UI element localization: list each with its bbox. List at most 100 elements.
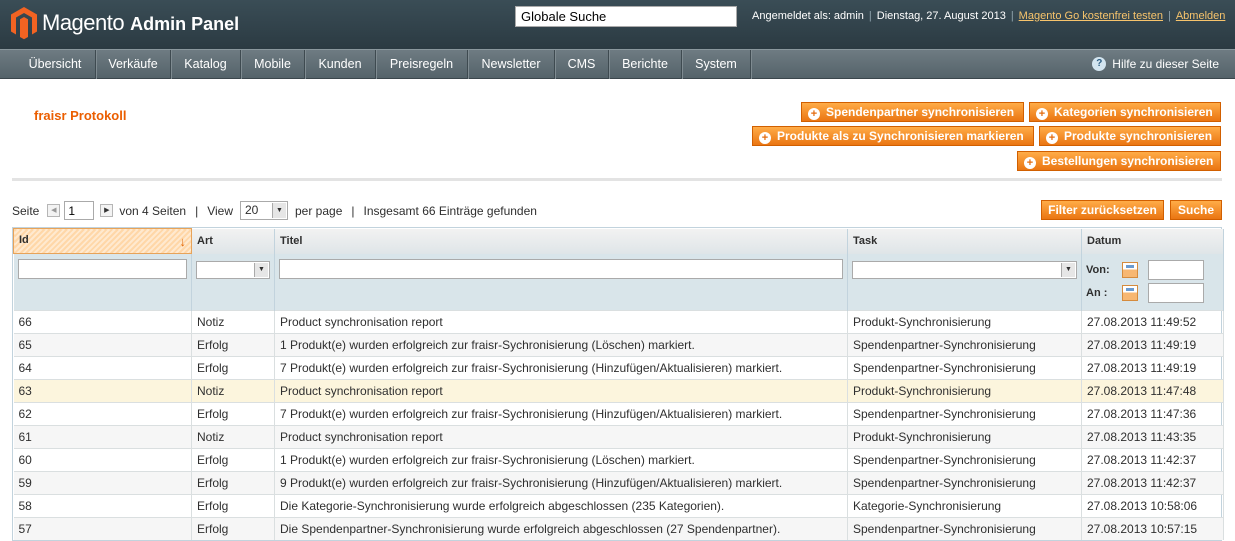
cell-id: 61: [13, 424, 192, 448]
header-user-info: Angemeldet als: admin | Dienstag, 27. Augu…: [752, 10, 1226, 22]
cell-id: 64: [13, 355, 192, 379]
cell-id: 66: [13, 309, 192, 333]
task-filter-select[interactable]: ▼: [852, 260, 1077, 279]
grid-pager: Seite ◀ ▶ von 4 Seiten | View 20 ▼ per p…: [12, 201, 537, 220]
sync-categories-button[interactable]: + Kategorien synchronisieren: [1029, 102, 1221, 122]
plus-icon: +: [1024, 157, 1036, 169]
page-number-input[interactable]: [64, 201, 95, 220]
per-page-select[interactable]: 20 ▼: [240, 201, 288, 220]
table-row[interactable]: 62 Erfolg 7 Produkt(e) wurden erfolgreich …: [13, 401, 1224, 425]
cell-task: Spendenpartner-Synchronisierung: [847, 470, 1082, 494]
table-row[interactable]: 64 Erfolg 7 Produkt(e) wurden erfolgreich …: [13, 355, 1224, 379]
cell-art: Erfolg: [191, 401, 275, 425]
nav-item-verkaeufe[interactable]: Verkäufe: [96, 50, 171, 79]
magento-logo-icon: [11, 7, 37, 40]
cell-id: 63: [13, 378, 192, 402]
view-label: View: [207, 203, 233, 218]
date-from-input[interactable]: [1148, 259, 1204, 280]
cell-task: Spendenpartner-Synchronisierung: [847, 516, 1082, 540]
sync-orders-button[interactable]: + Bestellungen synchronisieren: [1017, 151, 1221, 171]
filter-row: ▼ ▼ Von: An :: [13, 253, 1224, 310]
table-row[interactable]: 61 Notiz Product synchronisation report Pro…: [13, 424, 1224, 448]
nav-item-uebersicht[interactable]: Übersicht: [15, 50, 96, 79]
chevron-down-icon: ▼: [272, 203, 286, 218]
cell-task: Kategorie-Synchronisierung: [847, 493, 1082, 517]
page-count: von 4 Seiten: [119, 203, 187, 218]
next-page-icon[interactable]: ▶: [100, 204, 114, 217]
plus-icon: +: [808, 108, 820, 120]
help-icon: ?: [1092, 57, 1107, 71]
plus-icon: +: [1036, 108, 1048, 120]
cell-id: 57: [13, 516, 192, 540]
cell-art: Erfolg: [191, 332, 275, 356]
column-header-task[interactable]: Task: [847, 228, 1082, 254]
sync-products-button[interactable]: + Produkte synchronisieren: [1039, 126, 1221, 146]
column-header-titel[interactable]: Titel: [274, 228, 848, 254]
calendar-icon[interactable]: [1122, 261, 1138, 278]
cell-id: 60: [13, 447, 192, 471]
art-filter-select[interactable]: ▼: [196, 260, 270, 279]
cell-datum: 27.08.2013 10:58:06: [1081, 493, 1224, 517]
search-button[interactable]: Suche: [1170, 200, 1222, 220]
page-label: Seite: [12, 203, 40, 218]
nav-item-katalog[interactable]: Katalog: [171, 50, 241, 79]
logged-in-label: Angemeldet als: admin: [752, 10, 864, 22]
global-search-input[interactable]: [515, 6, 737, 27]
table-row[interactable]: 60 Erfolg 1 Produkt(e) wurden erfolgreich …: [13, 447, 1224, 471]
reset-filter-button[interactable]: Filter zurücksetzen: [1041, 200, 1164, 220]
cell-task: Produkt-Synchronisierung: [847, 378, 1082, 402]
cell-titel: 9 Produkt(e) wurden erfolgreich zur frai…: [274, 470, 848, 494]
magento-go-link[interactable]: Magento Go kostenfrei testen: [1019, 10, 1163, 22]
nav-item-system[interactable]: System: [682, 50, 751, 79]
cell-datum: 27.08.2013 11:49:52: [1081, 309, 1224, 333]
nav-item-preisregeln[interactable]: Preisregeln: [376, 50, 468, 79]
magento-logo[interactable]: Magento Admin Panel: [10, 6, 239, 40]
cell-task: Spendenpartner-Synchronisierung: [847, 447, 1082, 471]
table-row[interactable]: 59 Erfolg 9 Produkt(e) wurden erfolgreich …: [13, 470, 1224, 494]
cell-art: Erfolg: [191, 470, 275, 494]
date-to-input[interactable]: [1148, 282, 1204, 303]
id-filter-input[interactable]: [17, 259, 187, 279]
help-link[interactable]: ? Hilfe zu dieser Seite: [1092, 57, 1219, 71]
total-records: Insgesamt 66 Einträge gefunden: [363, 203, 537, 218]
cell-datum: 27.08.2013 11:49:19: [1081, 332, 1224, 356]
chevron-down-icon: ▼: [1061, 262, 1075, 277]
cell-datum: 27.08.2013 10:57:15: [1081, 516, 1224, 540]
cell-titel: 1 Produkt(e) wurden erfolgreich zur frai…: [274, 332, 848, 356]
nav-item-newsletter[interactable]: Newsletter: [468, 50, 555, 79]
sort-down-icon: ↓: [179, 233, 187, 249]
sync-partners-button[interactable]: + Spendenpartner synchronisieren: [801, 102, 1024, 122]
chevron-down-icon: ▼: [254, 262, 268, 277]
cell-task: Spendenpartner-Synchronisierung: [847, 332, 1082, 356]
prev-page-icon[interactable]: ◀: [47, 204, 61, 217]
date-from-label: Von:: [1086, 263, 1110, 276]
cell-id: 59: [13, 470, 192, 494]
table-row[interactable]: 66 Notiz Product synchronisation report Pro…: [13, 309, 1224, 333]
title-filter-input[interactable]: [279, 258, 843, 279]
nav-item-kunden[interactable]: Kunden: [305, 50, 376, 79]
page-title: fraisr Protokoll: [34, 108, 127, 123]
cell-art: Erfolg: [191, 516, 275, 540]
table-row[interactable]: 57 Erfolg Die Spendenpartner-Synchronisier…: [13, 516, 1224, 540]
nav-item-mobile[interactable]: Mobile: [241, 50, 305, 79]
cell-datum: 27.08.2013 11:43:35: [1081, 424, 1224, 448]
cell-titel: Die Kategorie-Synchronisierung wurde erf…: [274, 493, 848, 517]
nav-item-cms[interactable]: CMS: [555, 50, 609, 79]
calendar-icon[interactable]: [1122, 284, 1138, 301]
cell-datum: 27.08.2013 11:42:37: [1081, 470, 1224, 494]
column-header-id[interactable]: Id ↓: [13, 228, 192, 254]
table-row[interactable]: 63 Notiz Product synchronisation report Pro…: [13, 378, 1224, 402]
logo-subtitle: Admin Panel: [130, 14, 240, 34]
cell-datum: 27.08.2013 11:47:36: [1081, 401, 1224, 425]
mark-products-button[interactable]: + Produkte als zu Synchronisieren markier…: [752, 126, 1034, 146]
column-header-art[interactable]: Art: [191, 228, 275, 254]
cell-titel: Product synchronisation report: [274, 424, 848, 448]
table-row[interactable]: 58 Erfolg Die Kategorie-Synchronisierung w…: [13, 493, 1224, 517]
logout-link[interactable]: Abmelden: [1176, 10, 1226, 22]
cell-titel: 7 Produkt(e) wurden erfolgreich zur frai…: [274, 355, 848, 379]
nav-item-berichte[interactable]: Berichte: [609, 50, 682, 79]
grid-header-row: Id ↓ Art Titel Task Datum: [13, 228, 1224, 254]
cell-art: Notiz: [191, 424, 275, 448]
column-header-datum[interactable]: Datum: [1081, 228, 1224, 254]
table-row[interactable]: 65 Erfolg 1 Produkt(e) wurden erfolgreich …: [13, 332, 1224, 356]
